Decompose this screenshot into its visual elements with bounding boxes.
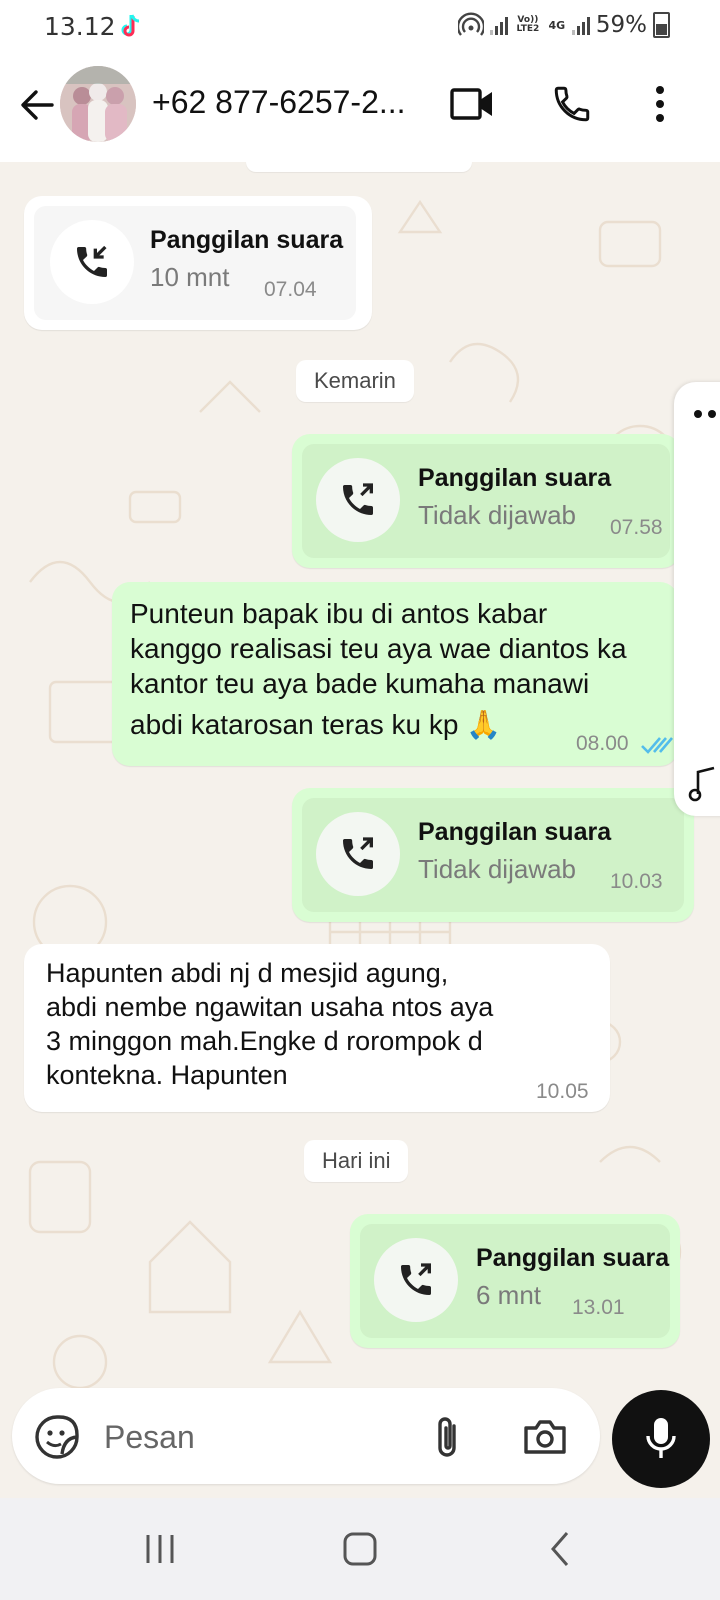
message-incoming-call[interactable]: Panggilan suara 10 mnt 07.04 — [24, 196, 372, 330]
status-bar: 13.12 Vo)) LTE2 4G 59% — [0, 0, 720, 54]
message-outgoing-call[interactable]: Panggilan suara 6 mnt 13.01 — [350, 1214, 680, 1348]
call-title: Panggilan suara — [418, 464, 612, 492]
call-icon-wrapper — [316, 458, 400, 542]
system-navigation-bar — [0, 1498, 720, 1600]
message-incoming-text[interactable]: Hapunten abdi nj d mesjid agung, abdi ne… — [24, 944, 610, 1112]
call-icon-wrapper — [316, 812, 400, 896]
call-title: Panggilan suara — [150, 226, 344, 254]
call-icon-wrapper — [50, 220, 134, 304]
home-square-icon — [343, 1532, 377, 1566]
outgoing-call-icon — [343, 837, 373, 869]
call-title: Panggilan suara — [476, 1244, 670, 1272]
call-status: Tidak dijawab — [418, 854, 577, 884]
call-title: Panggilan suara — [418, 818, 612, 846]
home-button[interactable] — [330, 1524, 390, 1574]
incoming-call-icon — [77, 245, 107, 277]
date-chip-partial — [246, 162, 472, 172]
microphone-icon — [646, 1418, 676, 1458]
message-time: 10.05 — [536, 1080, 589, 1103]
sticker-emoji-icon[interactable] — [34, 1414, 80, 1460]
message-text: Hapunten abdi nj d mesjid agung, abdi ne… — [46, 958, 494, 1090]
date-chip: Hari ini — [304, 1140, 409, 1182]
paperclip-attach-icon[interactable] — [432, 1414, 464, 1460]
message-composer — [12, 1388, 600, 1484]
network-4g-indicator: 4G — [548, 18, 566, 32]
read-receipt-double-check-icon — [641, 737, 673, 754]
three-dots-vertical-icon — [656, 86, 664, 122]
message-text: Punteun bapak ibu di antos kabar kanggo … — [130, 598, 627, 740]
message-time: 08.00 — [576, 732, 629, 755]
signal-strength-icon-2 — [571, 15, 590, 35]
message-input[interactable] — [102, 1408, 406, 1466]
message-time: 13.01 — [572, 1296, 625, 1319]
message-outgoing-call[interactable]: Panggilan suara Tidak dijawab 07.58 — [292, 434, 680, 568]
outgoing-call-icon — [401, 1263, 431, 1295]
voice-message-button[interactable] — [612, 1390, 710, 1488]
music-note-icon — [688, 766, 715, 802]
status-time: 13.12 — [44, 12, 116, 41]
battery-percent: 59% — [595, 12, 647, 38]
date-chip: Kemarin — [296, 360, 414, 402]
message-time: 07.58 — [610, 516, 663, 539]
call-icon-wrapper — [374, 1238, 458, 1322]
signal-strength-icon — [489, 15, 508, 35]
dots-icon — [694, 410, 716, 418]
edge-panel-handle[interactable] — [674, 382, 720, 816]
tiktok-notification-icon — [121, 14, 140, 37]
message-time: 07.04 — [264, 278, 317, 301]
back-chevron-icon — [551, 1532, 569, 1566]
video-call-button[interactable] — [446, 78, 498, 130]
message-outgoing-call[interactable]: Panggilan suara Tidak dijawab 10.03 — [292, 788, 694, 922]
camera-icon[interactable] — [522, 1416, 568, 1456]
voice-call-button[interactable] — [546, 78, 598, 130]
video-camera-icon — [450, 88, 492, 120]
call-duration: 10 mnt — [150, 262, 230, 292]
call-status: Tidak dijawab — [418, 500, 577, 530]
more-options-button[interactable] — [634, 78, 686, 130]
chat-area[interactable]: Panggilan suara 10 mnt 07.04 Kemarin Pan… — [0, 162, 720, 1470]
message-outgoing-text[interactable]: Punteun bapak ibu di antos kabar kanggo … — [112, 582, 678, 766]
back-button[interactable] — [530, 1524, 590, 1574]
phone-icon — [554, 86, 590, 122]
chat-header: +62 877-6257-2... — [0, 54, 720, 162]
call-duration: 6 mnt — [476, 1280, 542, 1310]
hotspot-icon — [457, 12, 484, 36]
contact-avatar[interactable] — [60, 66, 136, 142]
outgoing-call-icon — [343, 483, 373, 515]
volte-indicator: Vo)) LTE2 — [516, 15, 540, 34]
recent-apps-button[interactable] — [130, 1524, 190, 1574]
battery-icon — [653, 12, 670, 38]
back-arrow-icon[interactable] — [16, 84, 58, 126]
message-time: 10.03 — [610, 870, 663, 893]
recent-apps-icon — [146, 1535, 174, 1563]
contact-name[interactable]: +62 877-6257-2... — [152, 84, 406, 121]
